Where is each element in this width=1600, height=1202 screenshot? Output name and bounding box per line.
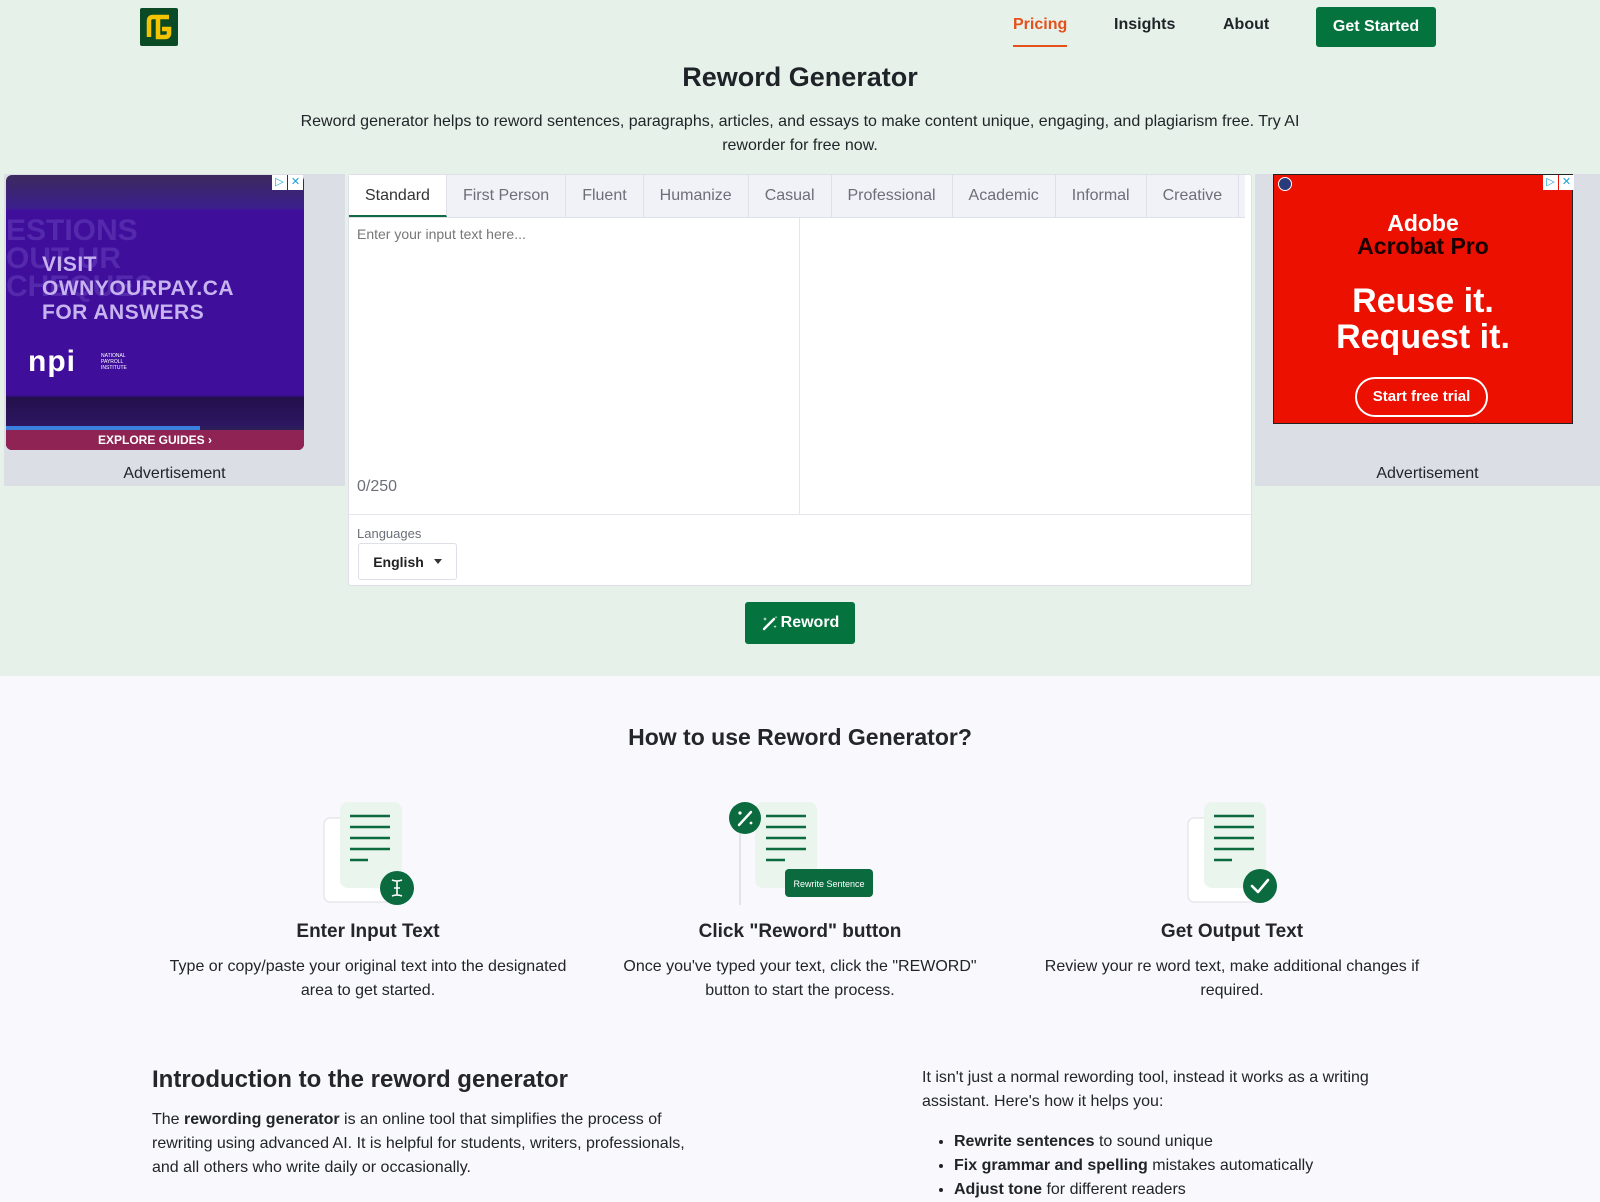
ad-headline-line: FOR ANSWERS: [42, 301, 205, 324]
reword-editor: Standard First Person Fluent Humanize Ca…: [348, 174, 1252, 586]
logo-icon: [146, 14, 172, 40]
ad-label: Advertisement: [123, 465, 226, 482]
ad-brand-logo: npi: [28, 345, 76, 378]
adchoices-icon[interactable]: ▷: [1543, 175, 1558, 190]
adchoices-icon[interactable]: ▷: [272, 175, 287, 190]
ad-headline-line: OWNYOURPAY.CA: [42, 277, 235, 300]
language-select[interactable]: English: [358, 543, 457, 580]
ad-banner-right[interactable]: Adobe Acrobat Pro Reuse it. Request it. …: [1273, 174, 1573, 424]
ad-slot-left: ESTIONS OUT UR CHEQUE? VISIT OWNYOURPAY.…: [4, 174, 345, 486]
ad-close-icon[interactable]: ✕: [1559, 175, 1574, 190]
reword-button[interactable]: Reword: [745, 602, 855, 644]
page-subtitle: Reword generator helps to reword sentenc…: [300, 113, 1300, 154]
page-title: Reword Generator: [682, 62, 918, 92]
how-to-title: How to use Reword Generator?: [628, 724, 972, 750]
input-textarea[interactable]: [357, 226, 787, 456]
list-item-bold: Adjust tone: [954, 1181, 1042, 1198]
tab-professional[interactable]: Professional: [831, 175, 953, 217]
list-item-bold: Fix grammar and spelling: [954, 1157, 1148, 1174]
chevron-down-icon: [433, 559, 442, 564]
intro-text: The rewording generator is an online too…: [152, 1108, 692, 1180]
language-selected: English: [373, 553, 424, 570]
nav-about[interactable]: About: [1223, 16, 1269, 34]
ad-slot-right: Adobe Acrobat Pro Reuse it. Request it. …: [1255, 174, 1600, 486]
step-desc: Review your re word text, make additiona…: [1044, 958, 1420, 999]
intro-text-pre: The: [152, 1111, 185, 1128]
features-intro-text: It isn't just a normal rewording tool, i…: [922, 1069, 1369, 1110]
hero-section: Pricing Insights About Get Started Rewor…: [0, 0, 1600, 676]
ad-tagline: Reuse it. Request it.: [1274, 283, 1572, 355]
list-item: Adjust tone for different readers: [954, 1178, 1434, 1202]
output-pane: [800, 218, 1251, 515]
list-item-bold: Rewrite sentences: [954, 1133, 1095, 1150]
magic-wand-icon: [762, 616, 777, 631]
ad-brand-line2: Acrobat Pro: [1357, 233, 1489, 259]
document-icon: [323, 802, 414, 905]
tab-first-person[interactable]: First Person: [446, 175, 567, 217]
ad-tagline-line: Reuse it.: [1352, 282, 1494, 320]
get-started-button[interactable]: Get Started: [1316, 7, 1436, 47]
features-list: Rewrite sentences to sound unique Fix gr…: [954, 1130, 1434, 1202]
ad-explore-guides-button[interactable]: EXPLORE GUIDES ›: [6, 430, 304, 450]
rewrite-sentence-badge: Rewrite Sentence: [793, 879, 864, 889]
intro-text-bold: rewording generator: [184, 1111, 340, 1128]
tab-casual[interactable]: Casual: [748, 175, 832, 217]
languages-label: Languages: [357, 526, 422, 541]
list-item-text: mistakes automatically: [1147, 1157, 1314, 1174]
ad-label: Advertisement: [1376, 465, 1479, 482]
check-icon: [1243, 869, 1277, 903]
ad-close-icon[interactable]: ✕: [288, 175, 303, 190]
list-item-text: for different readers: [1042, 1181, 1186, 1198]
tab-standard[interactable]: Standard: [349, 175, 447, 217]
logo[interactable]: [140, 8, 178, 46]
nav-pricing[interactable]: Pricing: [1013, 16, 1068, 47]
tab-academic[interactable]: Academic: [952, 175, 1056, 217]
document-icon: Rewrite Sentence: [729, 802, 873, 905]
text-cursor-icon: [380, 871, 414, 905]
ad-brand-sub: NATIONAL PAYROLL INSTITUTE: [101, 353, 127, 371]
reword-button-label: Reword: [780, 614, 840, 631]
step-title: Enter Input Text: [296, 921, 440, 942]
ad-start-trial-button[interactable]: Start free trial: [1355, 377, 1488, 417]
magic-wand-icon: [729, 802, 761, 834]
step-desc: Once you've typed your text, click the "…: [623, 958, 977, 999]
tab-creative[interactable]: Creative: [1146, 175, 1240, 217]
ad-headline: VISIT OWNYOURPAY.CA FOR ANSWERS: [42, 253, 234, 325]
list-item: Fix grammar and spelling mistakes automa…: [954, 1154, 1434, 1178]
ad-banner-left[interactable]: ESTIONS OUT UR CHEQUE? VISIT OWNYOURPAY.…: [6, 175, 304, 450]
mode-tabs: Standard First Person Fluent Humanize Ca…: [349, 175, 1245, 218]
tab-informal[interactable]: Informal: [1055, 175, 1147, 217]
step-title: Click "Reword" button: [698, 921, 902, 942]
step-desc: Type or copy/paste your original text in…: [169, 958, 567, 999]
char-counter: 0/250: [357, 478, 398, 495]
tab-fluent[interactable]: Fluent: [566, 175, 644, 217]
ad-tagline-line: Request it.: [1336, 318, 1510, 356]
tab-humanize[interactable]: Humanize: [643, 175, 749, 217]
shield-icon: [1278, 177, 1292, 191]
list-item: Rewrite sentences to sound unique: [954, 1130, 1434, 1154]
list-item-text: to sound unique: [1094, 1133, 1213, 1150]
intro-title: Introduction to the reword generator: [152, 1066, 569, 1093]
document-icon: [1187, 802, 1277, 903]
input-pane: 0/250: [349, 218, 800, 515]
nav-insights[interactable]: Insights: [1114, 16, 1175, 34]
step-title: Get Output Text: [1160, 921, 1304, 942]
ad-headline-line: VISIT: [42, 253, 98, 276]
